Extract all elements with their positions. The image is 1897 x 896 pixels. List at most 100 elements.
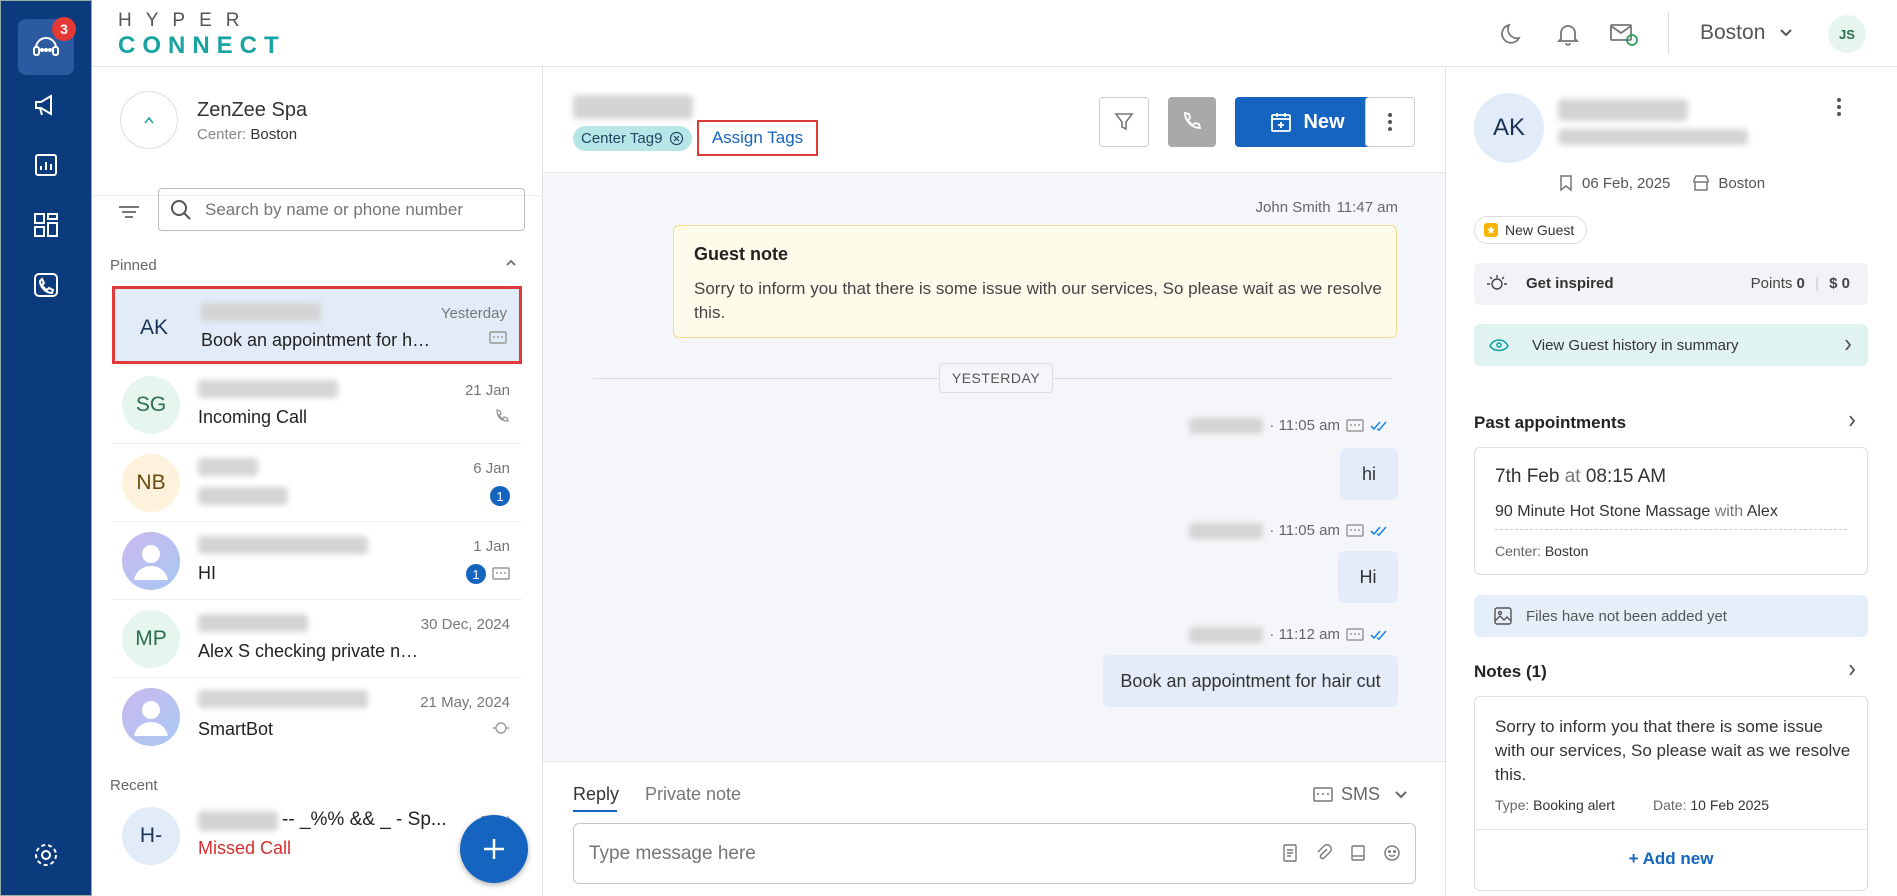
chevron-down-icon	[1779, 28, 1793, 38]
sms-icon	[1346, 627, 1364, 642]
add-note-button[interactable]: + Add new	[1475, 849, 1867, 869]
conversation-item[interactable]: 1 Jan HI 1	[112, 522, 522, 600]
attachment-icon[interactable]	[1315, 844, 1333, 862]
history-label: View Guest history in summary	[1532, 337, 1739, 354]
mail-refresh-icon	[1609, 21, 1639, 47]
sms-icon	[489, 331, 507, 345]
appt-center: Boston	[1544, 543, 1589, 559]
appointment-card[interactable]: 7th Feb at 08:15 AM 90 Minute Hot Stone …	[1474, 447, 1868, 575]
recent-label: Recent	[110, 777, 158, 794]
sender-blurred	[1189, 626, 1264, 643]
sms-icon	[1346, 418, 1364, 433]
chevron-right-icon	[1848, 414, 1856, 428]
new-label: New	[1303, 110, 1345, 133]
contact-name-blurred	[198, 614, 308, 632]
contact-name-blurred	[198, 811, 278, 831]
phone-icon	[32, 271, 60, 299]
double-check-icon	[1370, 629, 1388, 641]
filter-button[interactable]	[114, 197, 144, 227]
notes-link[interactable]	[1848, 663, 1856, 677]
conversation-item[interactable]: AK Yesterday Book an appointment for hai…	[112, 286, 522, 364]
star-icon	[1483, 222, 1499, 238]
search-input[interactable]	[205, 193, 515, 226]
message-input[interactable]	[589, 838, 1229, 870]
collapse-pinned-button[interactable]	[504, 257, 518, 269]
template-icon[interactable]	[1281, 844, 1299, 862]
emoji-icon[interactable]	[1383, 844, 1401, 862]
location-selector[interactable]: Boston	[1700, 21, 1793, 45]
appt-time: 08:15 AM	[1585, 466, 1667, 487]
remove-tag-button[interactable]	[669, 131, 684, 146]
guest-contact-blurred	[1558, 129, 1748, 145]
conversation-item[interactable]: NB 6 Jan 1	[112, 444, 522, 522]
note-meta: John Smith 11:47 am	[1256, 199, 1398, 216]
profile-menu-button[interactable]	[1836, 97, 1842, 117]
appt-service: 90 Minute Hot Stone Massage	[1495, 503, 1711, 520]
conversation-preview: SmartBot	[198, 719, 274, 739]
sms-icon	[1346, 523, 1364, 538]
more-options-button[interactable]	[1365, 97, 1415, 147]
contact-name-blurred	[198, 380, 338, 398]
guest-date: 06 Feb, 2025	[1582, 174, 1671, 192]
new-button[interactable]: New	[1235, 97, 1379, 147]
top-bar: HYPER CONNECT Boston JS	[92, 0, 1897, 67]
filter-button[interactable]	[1099, 97, 1149, 147]
indicators: 1	[466, 564, 510, 584]
guest-location: Boston	[1718, 174, 1766, 192]
conversation-item[interactable]: SG 21 Jan Incoming Call	[112, 366, 522, 444]
conversations-nav-button[interactable]: 3	[18, 17, 76, 75]
input-actions	[1281, 844, 1401, 862]
past-appointments-link[interactable]	[1848, 414, 1856, 428]
avatar: AK	[139, 316, 168, 339]
avatar: SG	[122, 376, 180, 434]
type-value: Booking alert	[1533, 797, 1615, 813]
points-summary: Points 0 | $ 0	[1750, 275, 1850, 292]
notifications-button[interactable]	[1552, 18, 1584, 50]
message-meta: · 11:05 am	[1189, 417, 1388, 434]
dark-mode-toggle[interactable]	[1496, 18, 1528, 50]
active-tab-underline	[573, 810, 617, 812]
conversation-item[interactable]: MP 30 Dec, 2024 Alex S checking private …	[112, 600, 522, 678]
guest-history-icon	[1486, 334, 1512, 356]
conversation-preview: Alex S checking private notes	[198, 641, 428, 661]
guest-avatar: AK	[1474, 93, 1544, 163]
notification-badge: 3	[52, 17, 76, 41]
business-logo	[120, 91, 178, 149]
bulb-icon	[1486, 274, 1508, 294]
dashboard-nav-button[interactable]	[18, 197, 74, 253]
view-history-card[interactable]: View Guest history in summary	[1474, 324, 1868, 366]
note-text: Sorry to inform you that there is some i…	[694, 279, 1382, 322]
conversation-item[interactable]: 21 May, 2024 SmartBot	[112, 678, 522, 756]
notes-card: Sorry to inform you that there is some i…	[1474, 696, 1868, 891]
conversation-date: Yesterday	[440, 305, 507, 322]
user-avatar[interactable]: JS	[1828, 15, 1866, 53]
book-icon[interactable]	[1349, 844, 1367, 862]
settings-nav-button[interactable]	[18, 827, 74, 883]
assign-tags-link[interactable]: Assign Tags	[697, 120, 818, 156]
private-note-tab[interactable]: Private note	[645, 784, 741, 805]
indicators	[494, 408, 510, 424]
image-icon	[1494, 607, 1512, 625]
message-time: · 11:05 am	[1269, 522, 1340, 539]
divider	[1668, 12, 1669, 54]
appt-staff: Alex	[1746, 503, 1778, 520]
pinned-label: Pinned	[110, 257, 157, 274]
inspired-card[interactable]: Get inspired Points 0 | $ 0	[1474, 263, 1868, 305]
call-button[interactable]	[1168, 97, 1216, 147]
campaigns-nav-button[interactable]	[18, 77, 74, 133]
conversation-item[interactable]: H- -- _%% && _ - Sp... Yest Missed Call	[112, 797, 522, 875]
sms-icon	[492, 567, 510, 581]
calls-nav-button[interactable]	[18, 257, 74, 313]
reply-tab[interactable]: Reply	[573, 784, 619, 805]
inspired-label: Get inspired	[1526, 275, 1614, 292]
logo-bottom: CONNECT	[118, 32, 286, 59]
channel-selector[interactable]: SMS	[1313, 784, 1408, 805]
location-label: Boston	[1700, 21, 1766, 44]
reports-nav-button[interactable]	[18, 137, 74, 193]
new-conversation-fab[interactable]	[460, 815, 528, 883]
message-time: · 11:05 am	[1269, 417, 1340, 434]
note-text: Sorry to inform you that there is some i…	[1495, 717, 1851, 784]
note-type: Type: Booking alert	[1495, 797, 1615, 813]
note-time: 11:47 am	[1336, 199, 1398, 216]
mail-sync-button[interactable]	[1608, 18, 1640, 50]
